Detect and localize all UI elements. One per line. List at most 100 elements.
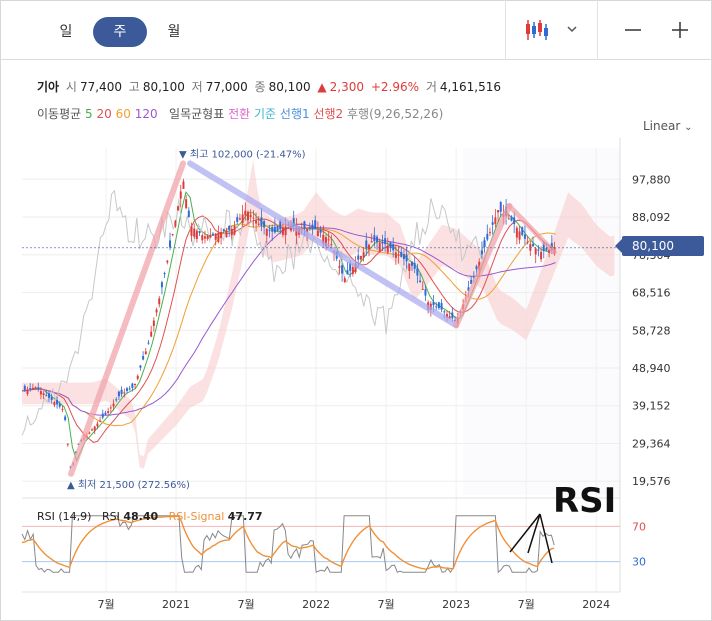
candle-body (314, 220, 317, 229)
candle-body (263, 221, 266, 228)
candle-body (160, 282, 163, 288)
candle-body (169, 240, 172, 248)
candle-body (260, 217, 263, 226)
candle-body (201, 235, 204, 241)
candle-body (53, 402, 56, 406)
candle-body (507, 218, 510, 220)
candle-body (440, 302, 443, 310)
candle-body (26, 389, 29, 394)
candle-body (510, 216, 513, 221)
candle-body (311, 224, 314, 229)
candle-body (203, 236, 206, 239)
candle-body (384, 238, 387, 245)
candle-body (123, 392, 126, 394)
candle-body (117, 391, 120, 397)
candle-body (534, 248, 537, 255)
candle-body (252, 217, 255, 219)
candle-body (386, 245, 389, 253)
candle-body (488, 232, 491, 234)
candle-body (515, 227, 518, 238)
candle-body (497, 209, 500, 213)
candle-body (37, 387, 40, 389)
candle-body (209, 234, 212, 238)
y-tick-label: 29,364 (632, 437, 671, 450)
price-chart[interactable]: 97,88088,09278,30468,51658,72848,94039,1… (0, 0, 712, 621)
candle-body (392, 244, 395, 251)
x-tick-label: 7월 (518, 598, 535, 611)
candle-body (529, 243, 532, 251)
x-tick-label: 2022 (302, 598, 330, 611)
candle-body (163, 273, 166, 275)
candle-body (174, 220, 177, 227)
candle-body (257, 223, 260, 225)
candle-body (152, 320, 155, 327)
candle-body (480, 250, 483, 255)
candle-body (109, 407, 112, 409)
candle-body (29, 388, 32, 390)
y-tick-label: 97,880 (632, 173, 671, 186)
candle-body (241, 214, 244, 223)
candle-body (279, 221, 282, 230)
rsi-signal-value: 47.77 (227, 510, 263, 523)
candle-body (236, 217, 239, 222)
candle-body (155, 309, 158, 313)
candle-body (513, 217, 516, 225)
candle-body (31, 387, 34, 390)
candle-body (521, 227, 524, 236)
candle-body (42, 393, 45, 396)
candle-body (206, 235, 209, 240)
candle-body (222, 229, 225, 232)
candle-body (424, 289, 427, 296)
candle-body (198, 231, 201, 233)
candle-body (179, 191, 182, 199)
candle-body (139, 365, 142, 368)
candle-body (61, 408, 64, 410)
candle-body (45, 395, 48, 397)
candle-body (394, 252, 397, 258)
candle-body (166, 260, 169, 263)
candle-body (142, 356, 145, 360)
candle-body (281, 227, 284, 235)
candle-body (233, 225, 236, 235)
candle-body (499, 202, 502, 212)
candle-body (316, 230, 319, 237)
candle-body (308, 227, 311, 229)
y-tick-label: 19,576 (632, 475, 671, 488)
rsi-level-label: 30 (632, 556, 646, 569)
rsi-pointer-line (509, 513, 541, 553)
rsi-signal-name: RSI-Signal (168, 510, 225, 523)
candle-body (443, 311, 446, 313)
candle-body (532, 244, 535, 247)
candle-body (389, 242, 392, 248)
y-tick-label: 68,516 (632, 287, 671, 300)
candle-body (246, 211, 249, 221)
candle-body (112, 403, 115, 407)
candle-body (330, 243, 333, 245)
candle-body (115, 399, 118, 401)
candle-body (411, 261, 414, 266)
candle-body (486, 233, 489, 240)
candle-body (351, 267, 354, 274)
candle-body (494, 217, 497, 224)
candle-body (435, 306, 438, 308)
candle-body (56, 399, 59, 405)
candle-body (518, 231, 521, 240)
rsi-pointer-line (527, 513, 541, 554)
candle-body (402, 254, 405, 260)
candle-body (225, 230, 228, 238)
candle-body (228, 225, 231, 230)
x-tick-label: 2021 (162, 598, 190, 611)
candle-body (255, 220, 258, 224)
candle-body (303, 221, 306, 229)
candle-body (217, 232, 220, 242)
candle-body (93, 426, 96, 431)
candle-body (338, 266, 341, 268)
candle-body (187, 210, 190, 217)
candle-body (400, 251, 403, 257)
candle-body (483, 240, 486, 248)
candle-body (413, 263, 416, 269)
candle-body (101, 413, 104, 418)
candle-body (537, 249, 540, 251)
candle-body (367, 244, 370, 250)
candle-body (120, 389, 123, 394)
